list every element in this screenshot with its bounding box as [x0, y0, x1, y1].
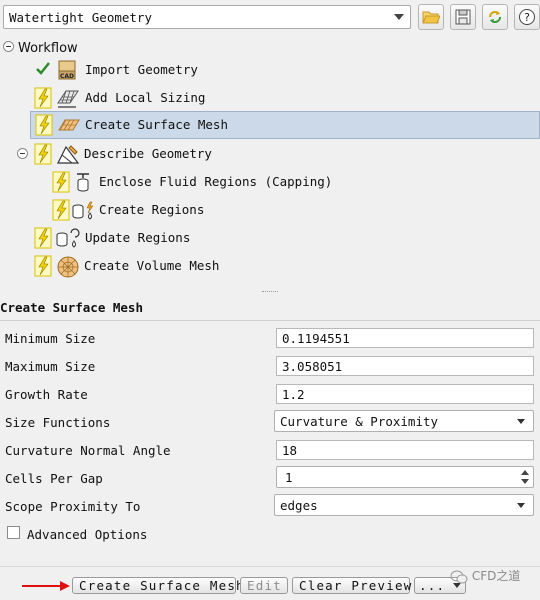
size-functions-value: Curvature & Proximity: [280, 414, 439, 429]
task-label: Add Local Sizing: [85, 90, 206, 105]
curvature-normal-angle-input[interactable]: 18: [276, 440, 534, 460]
chevron-down-icon: [517, 503, 525, 508]
surface-mesh-icon: [58, 119, 80, 131]
task-create-volume-mesh[interactable]: Create Volume Mesh: [30, 253, 540, 279]
growth-rate-label: Growth Rate: [5, 387, 88, 402]
checkmark-icon: [36, 62, 50, 75]
workflow-type-select[interactable]: Watertight Geometry: [3, 5, 411, 29]
max-size-label: Maximum Size: [5, 359, 96, 374]
task-label: Create Regions: [99, 202, 205, 217]
help-button[interactable]: ?: [514, 4, 540, 30]
panel-splitter-handle[interactable]: [262, 291, 278, 294]
task-label: Describe Geometry: [84, 146, 212, 161]
cad-import-icon: CAD: [58, 60, 76, 80]
task-label: Create Surface Mesh: [85, 117, 228, 132]
svg-text:CAD: CAD: [60, 73, 74, 80]
capping-icon: [77, 173, 89, 192]
open-workflow-button[interactable]: [418, 4, 444, 30]
help-glyph: ?: [524, 11, 530, 24]
task-add-local-sizing[interactable]: Add Local Sizing: [30, 85, 540, 111]
max-size-input[interactable]: 3.058051: [276, 356, 534, 376]
panel-title-divider: [0, 320, 540, 321]
refresh-icon: [489, 11, 501, 23]
min-size-input[interactable]: 0.1194551: [276, 328, 534, 348]
cells-per-gap-label: Cells Per Gap: [5, 471, 103, 486]
save-workflow-button[interactable]: [450, 4, 476, 30]
spin-up-icon[interactable]: [521, 470, 529, 475]
lightning-bolt-icon: [34, 255, 52, 277]
curvature-normal-angle-value: 18: [282, 443, 298, 458]
volume-mesh-icon: [57, 256, 79, 278]
lightning-bolt-icon: [52, 199, 70, 221]
max-size-value: 3.058051: [282, 359, 343, 374]
regions-icon: [72, 201, 94, 220]
clear-preview-button-label: Clear Preview: [299, 578, 413, 593]
advanced-options-label: Advanced Options: [27, 527, 148, 542]
workflow-type-value: Watertight Geometry: [9, 10, 152, 25]
curvature-normal-angle-label: Curvature Normal Angle: [5, 443, 171, 458]
chevron-down-icon: [517, 419, 525, 424]
panel-title: Create Surface Mesh: [0, 300, 143, 315]
red-arrow-annotation: [22, 581, 70, 591]
lightning-bolt-icon: [34, 143, 52, 165]
task-label: Enclose Fluid Regions (Capping): [99, 174, 333, 189]
advanced-options-checkbox[interactable]: [7, 526, 20, 539]
min-size-label: Minimum Size: [5, 331, 96, 346]
task-update-regions[interactable]: Update Regions: [30, 225, 540, 251]
task-create-surface-mesh[interactable]: Create Surface Mesh: [30, 111, 540, 139]
workflow-toolbar: Watertight Geometry ?: [0, 0, 540, 36]
size-functions-label: Size Functions: [5, 415, 111, 430]
size-functions-dropdown[interactable]: Curvature & Proximity: [274, 410, 534, 432]
scope-proximity-label: Scope Proximity To: [5, 499, 141, 514]
spin-down-icon[interactable]: [521, 479, 529, 484]
growth-rate-input[interactable]: 1.2: [276, 384, 534, 404]
update-regions-icon: [56, 228, 80, 248]
refresh-workflow-button[interactable]: [482, 4, 508, 30]
task-label: Create Volume Mesh: [84, 258, 220, 273]
tree-root-label: Workflow: [18, 41, 78, 56]
edit-button-label: Edit: [247, 578, 282, 593]
folder-open-icon: [422, 11, 440, 24]
create-surface-mesh-button[interactable]: Create Surface Mesh: [72, 577, 244, 594]
sizing-mesh-icon: [57, 90, 79, 108]
help-icon: ?: [519, 9, 535, 25]
lightning-bolt-icon: [35, 114, 53, 136]
task-label: Import Geometry: [85, 62, 198, 77]
scope-proximity-value: edges: [280, 498, 318, 513]
collapse-icon[interactable]: [3, 41, 14, 52]
save-icon: [455, 9, 471, 25]
watermark: CFD之道: [450, 567, 520, 584]
watermark-text: CFD之道: [471, 569, 521, 583]
chevron-down-icon: [394, 14, 404, 20]
lightning-bolt-icon: [34, 87, 52, 109]
workflow-tree: Workflow CAD Import Geometry Add Local S…: [0, 36, 540, 290]
task-create-regions[interactable]: Create Regions: [48, 197, 540, 223]
task-label: Update Regions: [85, 230, 191, 245]
cells-per-gap-value: 1: [285, 470, 293, 485]
create-surface-mesh-button-label: Create Surface Mesh: [79, 578, 245, 593]
lightning-bolt-icon: [34, 227, 52, 249]
scope-proximity-dropdown[interactable]: edges: [274, 494, 534, 516]
edit-button[interactable]: Edit: [240, 577, 288, 594]
task-describe-geometry[interactable]: Describe Geometry: [14, 141, 540, 167]
wechat-icon: [450, 570, 468, 583]
collapse-icon[interactable]: [17, 148, 28, 159]
task-import-geometry[interactable]: CAD Import Geometry: [30, 57, 540, 83]
growth-rate-value: 1.2: [282, 387, 305, 402]
clear-preview-button[interactable]: Clear Preview: [292, 577, 413, 594]
more-options-button-label: ...: [419, 578, 446, 593]
cells-per-gap-spinner[interactable]: 1: [276, 466, 534, 488]
min-size-value: 0.1194551: [282, 331, 350, 346]
task-enclose-fluid-regions[interactable]: Enclose Fluid Regions (Capping): [48, 169, 540, 195]
describe-geometry-icon: [57, 145, 80, 164]
lightning-bolt-icon: [52, 171, 70, 193]
